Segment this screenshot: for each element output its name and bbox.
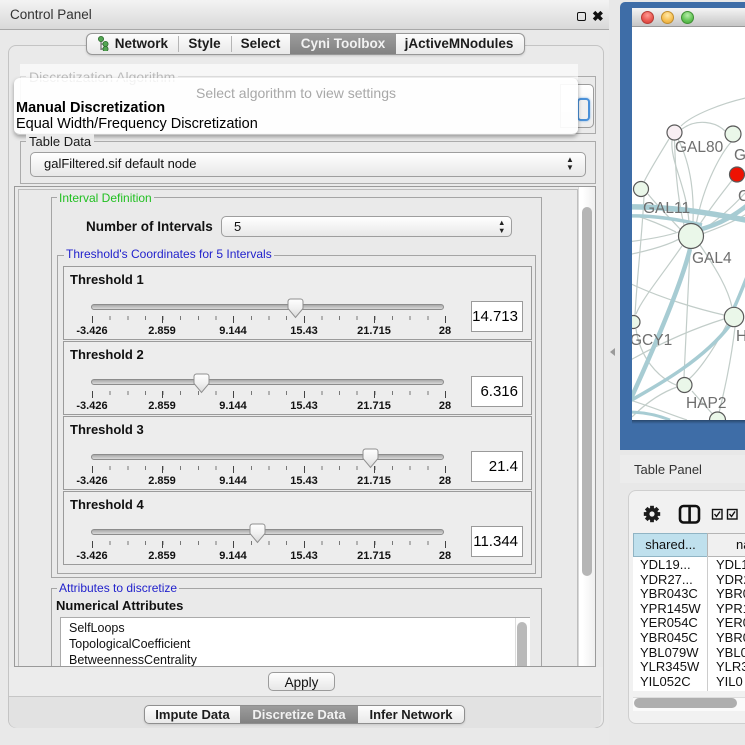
- svg-text:GCY1: GCY1: [632, 332, 672, 349]
- svg-text:H: H: [736, 328, 745, 345]
- svg-text:HAP2: HAP2: [686, 395, 727, 412]
- svg-text:C: C: [738, 188, 745, 205]
- svg-text:GA: GA: [734, 147, 745, 164]
- svg-text:GAL11: GAL11: [643, 200, 690, 217]
- svg-text:GAL4: GAL4: [692, 250, 732, 267]
- svg-text:GAL80: GAL80: [675, 139, 724, 156]
